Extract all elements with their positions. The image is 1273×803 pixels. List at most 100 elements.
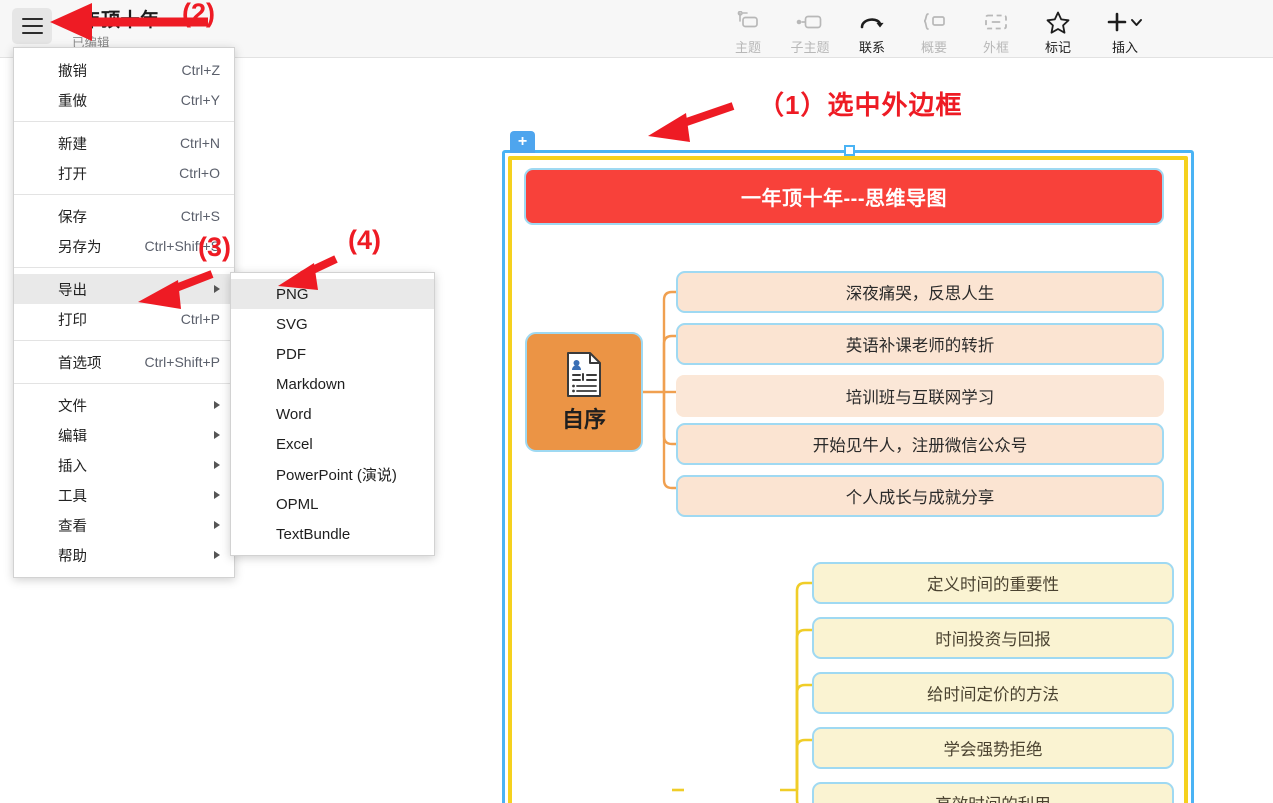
menu-item-label: 编辑 xyxy=(58,428,87,445)
menu-item-label: 工具 xyxy=(58,488,87,505)
frame-resize-handle[interactable] xyxy=(844,145,855,156)
menu-item-file[interactable]: 文件 xyxy=(14,390,234,420)
mindmap-leaf-node[interactable]: 定义时间的重要性 xyxy=(812,562,1174,604)
menu-item-label: 插入 xyxy=(58,458,87,475)
submenu-item-powerpoint[interactable]: PowerPoint (演说) xyxy=(231,459,434,489)
menu-item-preferences[interactable]: 首选项 Ctrl+Shift+P xyxy=(14,347,234,377)
menu-item-accelerator: Ctrl+O xyxy=(179,165,220,181)
hamburger-line xyxy=(21,25,43,27)
chevron-right-icon xyxy=(214,551,220,559)
mindmap-leaf-node[interactable]: 培训班与互联网学习 xyxy=(676,375,1164,417)
menu-item-accelerator: Ctrl+Z xyxy=(181,62,221,78)
menu-separator xyxy=(14,194,234,195)
menu-item-label: 撤销 xyxy=(58,63,87,80)
menu-item-edit[interactable]: 编辑 xyxy=(14,420,234,450)
menu-item-help[interactable]: 帮助 xyxy=(14,540,234,570)
chevron-right-icon xyxy=(214,285,220,293)
toolbar-button-subtopic[interactable]: 子主题 xyxy=(779,3,841,56)
menu-item-export[interactable]: 导出 xyxy=(14,274,234,304)
toolbar-button-relation[interactable]: 联系 xyxy=(841,3,903,56)
menu-item-accelerator: Ctrl+Shift+P xyxy=(144,354,220,370)
menu-separator xyxy=(14,383,234,384)
subtopic-icon xyxy=(795,8,825,36)
boundary-icon xyxy=(982,8,1010,36)
menu-item-accelerator: Ctrl+P xyxy=(180,311,220,327)
toolbar-label: 联系 xyxy=(858,40,885,55)
menu-item-new[interactable]: 新建 Ctrl+N xyxy=(14,128,234,158)
relation-icon xyxy=(858,8,886,36)
menu-item-open[interactable]: 打开 Ctrl+O xyxy=(14,158,234,188)
app-main-menu[interactable]: 撤销 Ctrl+Z 重做 Ctrl+Y 新建 Ctrl+N 打开 Ctrl+O … xyxy=(13,47,235,578)
summary-icon xyxy=(920,8,948,36)
submenu-item-png[interactable]: PNG xyxy=(231,279,434,309)
toolbar-button-summary[interactable]: 概要 xyxy=(903,3,965,56)
toolbar-button-marker[interactable]: 标记 xyxy=(1027,3,1089,56)
menu-item-tools[interactable]: 工具 xyxy=(14,480,234,510)
export-submenu[interactable]: PNG SVG PDF Markdown Word Excel PowerPoi… xyxy=(230,272,435,556)
document-person-icon xyxy=(567,351,601,397)
menu-item-label: 打印 xyxy=(58,312,87,329)
mindmap-leaf-node[interactable]: 英语补课老师的转折 xyxy=(676,323,1164,365)
submenu-item-markdown[interactable]: Markdown xyxy=(231,369,434,399)
mindmap-leaf-node[interactable]: 时间投资与回报 xyxy=(812,617,1174,659)
marker-star-icon xyxy=(1045,8,1071,36)
menu-item-label: 帮助 xyxy=(58,548,87,565)
frame-add-button[interactable]: + xyxy=(510,131,535,153)
submenu-item-opml[interactable]: OPML xyxy=(231,489,434,519)
annotation-label-3: (3) xyxy=(198,232,231,262)
toolbar-button-boundary[interactable]: 外框 xyxy=(965,3,1027,56)
toolbar-label: 概要 xyxy=(920,40,947,55)
hamburger-menu-icon[interactable] xyxy=(12,8,52,44)
chevron-right-icon xyxy=(214,521,220,529)
toolbar-label: 主题 xyxy=(734,40,761,55)
toolbar-button-insert[interactable]: 插入 xyxy=(1089,3,1161,56)
mindmap-leaf-node[interactable]: 开始见牛人，注册微信公众号 xyxy=(676,423,1164,465)
mindmap-root-node[interactable]: 一年顶十年---思维导图 xyxy=(524,168,1164,225)
menu-item-print[interactable]: 打印 Ctrl+P xyxy=(14,304,234,334)
menu-item-label: 新建 xyxy=(58,136,87,153)
menu-item-label: 首选项 xyxy=(58,355,102,372)
mindmap-leaf-node[interactable]: 深夜痛哭，反思人生 xyxy=(676,271,1164,313)
chevron-right-icon xyxy=(214,461,220,469)
annotation-label-4: (4) xyxy=(348,225,381,255)
submenu-item-word[interactable]: Word xyxy=(231,399,434,429)
menu-item-redo[interactable]: 重做 Ctrl+Y xyxy=(14,85,234,115)
menu-item-insert[interactable]: 插入 xyxy=(14,450,234,480)
submenu-item-svg[interactable]: SVG xyxy=(231,309,434,339)
mindmap-node-zixu[interactable]: 自序 xyxy=(525,332,643,452)
menu-item-save[interactable]: 保存 Ctrl+S xyxy=(14,201,234,231)
menu-separator xyxy=(14,121,234,122)
menu-item-view[interactable]: 查看 xyxy=(14,510,234,540)
toolbar-label: 外框 xyxy=(982,40,1009,55)
menu-item-label: 打开 xyxy=(58,166,87,183)
menu-item-accelerator: Ctrl+S xyxy=(180,208,220,224)
menu-item-label: 重做 xyxy=(58,93,87,110)
toolbar-button-topic[interactable]: 主题 xyxy=(717,3,779,56)
submenu-item-excel[interactable]: Excel xyxy=(231,429,434,459)
menu-separator xyxy=(14,267,234,268)
mindmap-leaf-node[interactable]: 学会强势拒绝 xyxy=(812,727,1174,769)
hamburger-line xyxy=(21,32,43,34)
mindmap-leaf-node[interactable]: 高效时间的利用 xyxy=(812,782,1174,803)
node-label: 自序 xyxy=(561,406,606,432)
annotation-label-2: (2) xyxy=(182,0,215,28)
menu-item-label: 查看 xyxy=(58,518,87,535)
menu-item-label: 导出 xyxy=(58,282,87,299)
chevron-right-icon xyxy=(214,431,220,439)
menu-separator xyxy=(14,340,234,341)
toolbar-label: 插入 xyxy=(1111,40,1138,55)
menu-item-label: 另存为 xyxy=(58,239,102,256)
submenu-item-pdf[interactable]: PDF xyxy=(231,339,434,369)
plus-chevron-icon xyxy=(1104,8,1146,36)
toolbar-label: 标记 xyxy=(1044,40,1071,55)
topic-icon xyxy=(736,8,760,36)
menu-item-accelerator: Ctrl+Y xyxy=(180,92,220,108)
hamburger-line xyxy=(21,18,43,20)
toolbar-label: 子主题 xyxy=(790,40,830,55)
toolbar: 主题 子主题 联系 概要 外框 标记 插入 xyxy=(717,3,1161,56)
mindmap-leaf-node[interactable]: 个人成长与成就分享 xyxy=(676,475,1164,517)
menu-item-undo[interactable]: 撤销 Ctrl+Z xyxy=(14,55,234,85)
submenu-item-textbundle[interactable]: TextBundle xyxy=(231,519,434,549)
mindmap-leaf-node[interactable]: 给时间定价的方法 xyxy=(812,672,1174,714)
annotation-label-1: （1）选中外边框 xyxy=(758,90,963,120)
